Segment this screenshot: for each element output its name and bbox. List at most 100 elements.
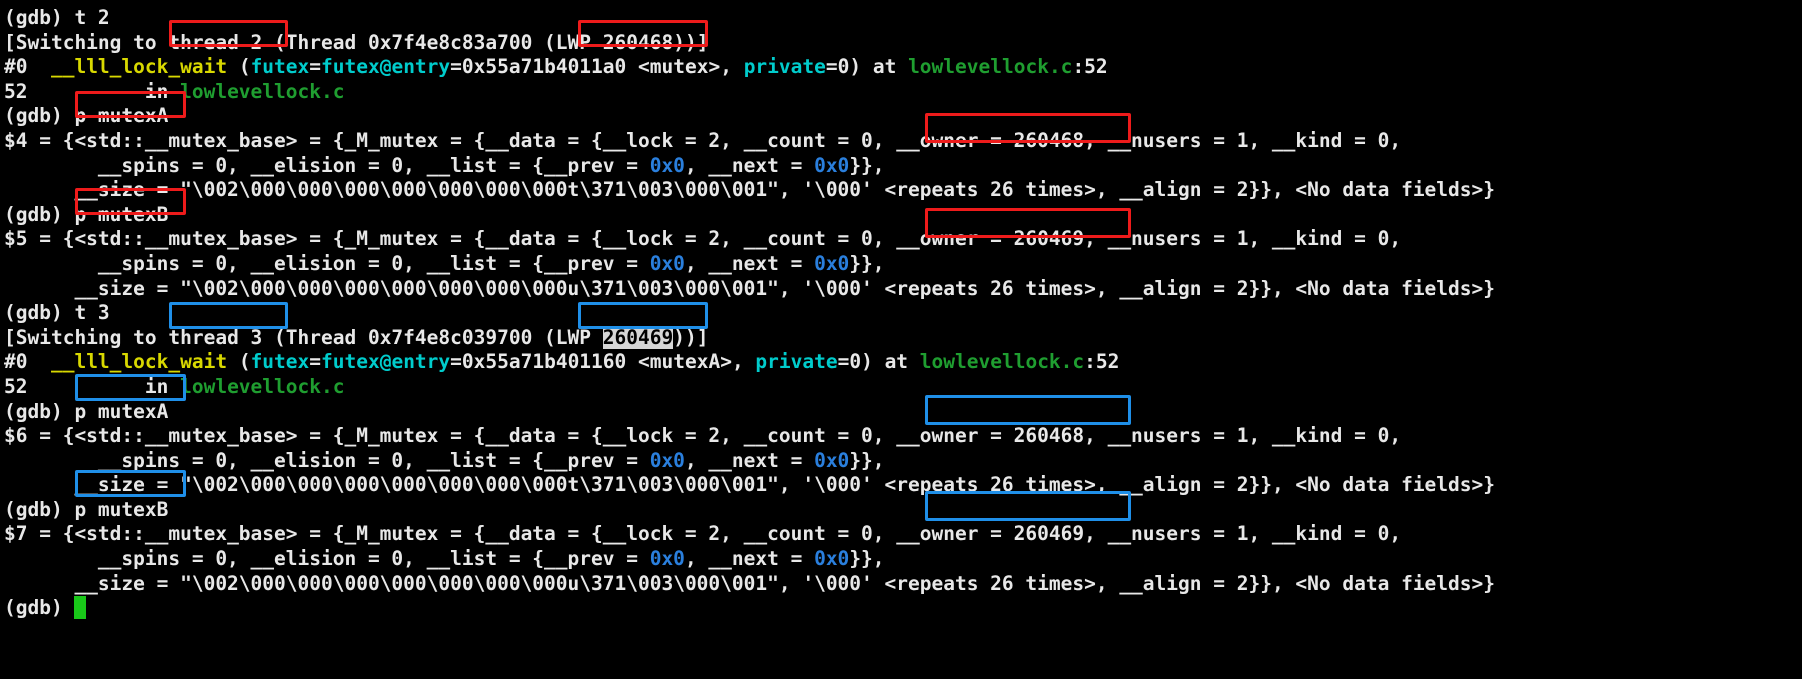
mutex-symbol: <mutex>,: [626, 55, 744, 79]
size-field-tail: \371\003\000\001", '\000' <repeats 26 ti…: [579, 178, 1496, 202]
equals: =: [309, 350, 322, 374]
mutexa-address: 0x55a71b401160: [461, 350, 627, 374]
spins-field: __spins = 0, __elision = 0, __list = {__…: [4, 251, 650, 275]
size-field-head: __size = "\002\000\000\000\000\000\000\0…: [4, 571, 568, 595]
function-name: __lll_lock_wait: [50, 350, 228, 374]
prev-pointer: 0x0: [649, 251, 685, 275]
size-field-tail: \371\003\000\001", '\000' <repeats 26 ti…: [579, 571, 1496, 595]
mutex-struct-head: {<std::__mutex_base> = {_M_mutex = {__da…: [62, 522, 897, 546]
next-pointer: 0x0: [814, 153, 850, 177]
struct-close: }},: [849, 448, 885, 472]
value-id-6: $6 =: [4, 424, 63, 448]
private-value: =0) at: [825, 55, 909, 79]
terminal-cursor[interactable]: [74, 596, 87, 620]
terminal-line: __size = "\002\000\000\000\000\000\000\0…: [4, 277, 1802, 302]
prev-pointer: 0x0: [649, 153, 685, 177]
next-pointer: 0x0: [814, 448, 850, 472]
command-thread-2: t 2: [62, 6, 110, 29]
prev-pointer: 0x0: [649, 448, 685, 472]
terminal-line: [Switching to thread 3 (Thread 0x7f4e8c0…: [4, 325, 1802, 351]
thread-2-label: thread 2: [168, 30, 263, 54]
next-field: , __next =: [684, 153, 815, 177]
mutex-struct-tail: , __nusers = 1, __kind = 0,: [1084, 522, 1402, 546]
thread-3-id: (Thread 0x7f4e8c039700 (: [262, 325, 556, 349]
owner-field-260469: __owner = 260469: [896, 522, 1085, 546]
spins-field: __spins = 0, __elision = 0, __list = {__…: [4, 153, 650, 177]
mutex-struct-tail: , __nusers = 1, __kind = 0,: [1084, 227, 1402, 251]
size-byte: t: [567, 473, 580, 497]
size-field-head: __size = "\002\000\000\000\000\000\000\0…: [4, 473, 568, 497]
source-line-ref: :52: [1072, 55, 1108, 79]
gdb-prompt: (gdb): [4, 399, 63, 423]
source-line-number: 52 in: [4, 374, 181, 398]
owner-field-260469: __owner = 260469: [896, 227, 1085, 251]
terminal-line: #0 __lll_lock_wait (futex=futex@entry=0x…: [4, 55, 1802, 80]
mutex-struct-tail: , __nusers = 1, __kind = 0,: [1084, 128, 1402, 152]
mutex-address: 0x55a71b4011a0: [461, 55, 627, 79]
command-print-mutexa: p mutexA: [74, 104, 169, 128]
mutex-struct-head: {<std::__mutex_base> = {_M_mutex = {__da…: [62, 424, 897, 448]
futex-param: futex: [250, 350, 310, 374]
terminal-line: $7 = {<std::__mutex_base> = {_M_mutex = …: [4, 522, 1802, 547]
mutex-struct-head: {<std::__mutex_base> = {_M_mutex = {__da…: [62, 128, 897, 152]
gdb-terminal[interactable]: (gdb) t 2 [Switching to thread 2 (Thread…: [0, 0, 1802, 679]
owner-field-260468: __owner = 260468: [896, 424, 1085, 448]
value-id-7: $7 =: [4, 522, 63, 546]
gdb-prompt: (gdb): [4, 497, 63, 521]
next-pointer: 0x0: [814, 547, 850, 571]
lwp-260469-value-selected[interactable]: 260469: [602, 325, 674, 349]
mutex-struct-head: {<std::__mutex_base> = {_M_mutex = {__da…: [62, 227, 897, 251]
terminal-line: __size = "\002\000\000\000\000\000\000\0…: [4, 572, 1802, 597]
equals: =: [309, 55, 322, 79]
mutex-struct-tail: , __nusers = 1, __kind = 0,: [1084, 424, 1402, 448]
terminal-line: __size = "\002\000\000\000\000\000\000\0…: [4, 473, 1802, 498]
lwp-label: LWP: [555, 325, 603, 349]
private-param: private: [743, 55, 826, 79]
source-line-number: 52 in: [4, 79, 181, 103]
next-field: , __next =: [684, 547, 815, 571]
terminal-line: $5 = {<std::__mutex_base> = {_M_mutex = …: [4, 227, 1802, 252]
size-field-tail: \371\003\000\001", '\000' <repeats 26 ti…: [579, 276, 1496, 300]
gdb-prompt: (gdb): [4, 104, 63, 128]
source-file: lowlevellock.c: [180, 374, 345, 398]
size-field-head: __size = "\002\000\000\000\000\000\000\0…: [4, 178, 568, 202]
source-file: lowlevellock.c: [180, 79, 345, 103]
futex-entry-param: futex@entry: [321, 350, 451, 374]
terminal-line: [Switching to thread 2 (Thread 0x7f4e8c8…: [4, 31, 1802, 56]
spins-field: __spins = 0, __elision = 0, __list = {__…: [4, 448, 650, 472]
terminal-line: (gdb): [4, 596, 1802, 621]
size-byte: t: [567, 178, 580, 202]
terminal-line: #0 __lll_lock_wait (futex=futex@entry=0x…: [4, 350, 1802, 375]
command-print-mutexb: p mutexB: [74, 497, 169, 521]
terminal-line: 52 in lowlevellock.c: [4, 375, 1802, 400]
lwp-260468-value: 260468: [602, 30, 674, 54]
gdb-prompt: (gdb): [4, 596, 63, 620]
size-byte: u: [567, 276, 580, 300]
switching-suffix: ))]: [673, 325, 709, 349]
gdb-prompt: (gdb): [4, 202, 63, 226]
futex-entry-param: futex@entry: [321, 55, 451, 79]
size-byte: u: [567, 571, 580, 595]
futex-param: futex: [250, 55, 310, 79]
struct-close: }},: [849, 251, 885, 275]
terminal-line: (gdb) p mutexB: [4, 203, 1802, 228]
private-param: private: [755, 350, 838, 374]
paren: (: [227, 55, 251, 79]
gdb-prompt: (gdb): [4, 6, 63, 29]
next-field: , __next =: [684, 448, 815, 472]
prev-pointer: 0x0: [649, 547, 685, 571]
terminal-line: (gdb) t 3: [4, 301, 1802, 326]
struct-close: }},: [849, 547, 885, 571]
next-pointer: 0x0: [814, 251, 850, 275]
size-field-tail: \371\003\000\001", '\000' <repeats 26 ti…: [579, 473, 1496, 497]
frame-number: #0: [4, 55, 51, 79]
source-line-ref: :52: [1084, 350, 1120, 374]
mutexa-symbol: <mutexA>,: [626, 350, 756, 374]
source-file: lowlevellock.c: [919, 350, 1085, 374]
command-thread-3: t 3: [62, 301, 110, 325]
gdb-prompt: (gdb): [4, 301, 63, 325]
next-field: , __next =: [684, 251, 815, 275]
lwp-label: LWP: [555, 30, 603, 54]
owner-field-260468: __owner = 260468: [896, 128, 1085, 152]
private-value: =0) at: [837, 350, 920, 374]
